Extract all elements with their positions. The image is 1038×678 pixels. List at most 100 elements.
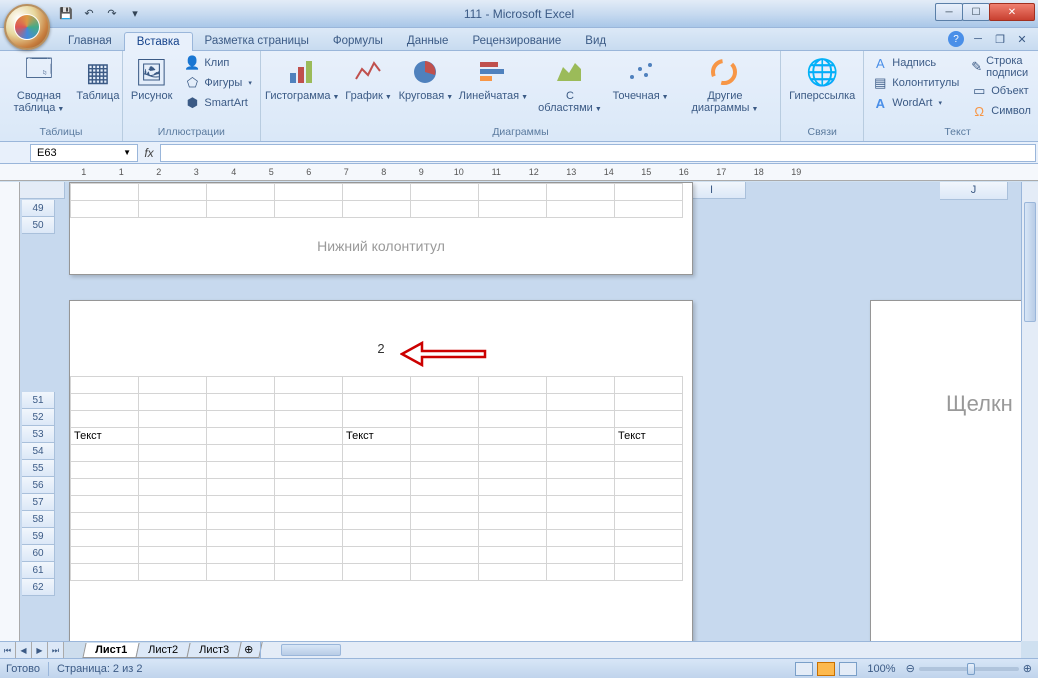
pie-chart-button[interactable]: Круговая▼ — [398, 54, 453, 104]
row-header-51[interactable]: 51 — [22, 392, 55, 409]
shapes-icon: ⬠ — [184, 75, 200, 91]
area-chart-button[interactable]: С областями▼ — [533, 54, 606, 116]
horizontal-scrollbar[interactable] — [260, 642, 1021, 658]
row-header-58[interactable]: 58 — [22, 511, 55, 528]
tab-review[interactable]: Рецензирование — [460, 32, 573, 50]
save-icon[interactable]: 💾 — [56, 4, 76, 24]
sheet-nav-prev[interactable]: ◀ — [16, 642, 32, 659]
row-headers-1: 4950 — [22, 200, 55, 234]
pivot-table-button[interactable]: 🗔Сводная таблица▼ — [5, 54, 73, 116]
symbol-button[interactable]: ΩСимвол — [968, 102, 1038, 120]
title-bar: 💾 ↶ ↷ ▾ 111 - Microsoft Excel ─ ☐ ✕ — [0, 0, 1038, 28]
row-header-52[interactable]: 52 — [22, 409, 55, 426]
smartart-button[interactable]: ⬢SmartArt — [181, 94, 254, 112]
undo-icon[interactable]: ↶ — [79, 4, 99, 24]
office-button[interactable] — [4, 4, 50, 50]
headerfooter-button[interactable]: ▤Колонтитулы — [869, 74, 962, 92]
row-header-54[interactable]: 54 — [22, 443, 55, 460]
grid-page2[interactable]: ТекстТекстТекст — [70, 376, 683, 581]
zoom-level: 100% — [867, 663, 895, 675]
zoom-in-button[interactable]: ⊕ — [1023, 662, 1032, 675]
group-label-text: Текст — [869, 124, 1038, 141]
group-label-links: Связи — [786, 124, 858, 141]
view-pagebreak-button[interactable] — [839, 662, 857, 676]
page-number-header[interactable]: 2 — [70, 301, 692, 376]
formula-input[interactable] — [160, 144, 1036, 162]
headerfooter-icon: ▤ — [872, 75, 888, 91]
row-header-59[interactable]: 59 — [22, 528, 55, 545]
fx-icon[interactable]: fx — [140, 146, 158, 160]
new-sheet-button[interactable]: ⊕ — [237, 642, 262, 658]
grid-page1[interactable] — [70, 183, 683, 218]
view-pagelayout-button[interactable] — [817, 662, 835, 676]
redo-icon[interactable]: ↷ — [102, 4, 122, 24]
page-number-value: 2 — [377, 341, 384, 356]
bar-chart-button[interactable]: Линейчатая▼ — [459, 54, 527, 104]
line-chart-icon — [353, 56, 385, 88]
column-chart-button[interactable]: Гистограмма▼ — [266, 54, 339, 104]
zoom-slider-thumb[interactable] — [967, 663, 975, 675]
sheet-nav-first[interactable]: ⏮ — [0, 642, 16, 659]
scatter-chart-icon — [625, 56, 657, 88]
shapes-button[interactable]: ⬠Фигуры▾ — [181, 74, 254, 92]
textbox-button[interactable]: AНадпись — [869, 54, 962, 72]
row-headers-2: 515253545556575859606162 — [22, 392, 55, 596]
sheet-tab-2[interactable]: Лист2 — [136, 643, 191, 658]
sheet-tabs: Лист1 Лист2 Лист3 ⊕ — [64, 642, 260, 658]
inner-minimize-button[interactable]: ─ — [970, 31, 986, 47]
footer-placeholder[interactable]: Нижний колонтитул — [70, 218, 692, 274]
window-title: 111 - Microsoft Excel — [464, 7, 574, 21]
row-header-62[interactable]: 62 — [22, 579, 55, 596]
inner-restore-button[interactable]: ❐ — [992, 31, 1008, 47]
row-header-60[interactable]: 60 — [22, 545, 55, 562]
row-header-49[interactable]: 49 — [22, 200, 55, 217]
signature-line-button[interactable]: ✎Строка подписи▾ — [968, 54, 1038, 80]
column-header-J[interactable]: J — [940, 182, 1008, 200]
group-tables: 🗔Сводная таблица▼ ▦Таблица Таблицы — [0, 51, 123, 141]
vertical-scrollbar[interactable] — [1021, 182, 1038, 641]
row-header-55[interactable]: 55 — [22, 460, 55, 477]
formula-bar: E63▼ fx — [0, 142, 1038, 164]
tab-insert[interactable]: Вставка — [124, 32, 193, 51]
horizontal-scroll-thumb[interactable] — [281, 644, 341, 656]
tab-home[interactable]: Главная — [56, 32, 124, 50]
sheet-tab-3[interactable]: Лист3 — [187, 643, 242, 658]
picture-button[interactable]: 🖼Рисунок — [128, 54, 176, 104]
group-illustrations: 🖼Рисунок 👤Клип ⬠Фигуры▾ ⬢SmartArt Иллюст… — [123, 51, 261, 141]
line-chart-button[interactable]: График▼ — [345, 54, 393, 104]
close-button[interactable]: ✕ — [989, 3, 1035, 21]
other-charts-button[interactable]: Другие диаграммы▼ — [675, 54, 775, 116]
minimize-button[interactable]: ─ — [935, 3, 963, 21]
row-header-50[interactable]: 50 — [22, 217, 55, 234]
row-header-56[interactable]: 56 — [22, 477, 55, 494]
inner-close-button[interactable]: ✕ — [1014, 31, 1030, 47]
sheet-nav-next[interactable]: ▶ — [32, 642, 48, 659]
group-charts: Гистограмма▼ График▼ Круговая▼ Линейчата… — [261, 51, 781, 141]
zoom-slider[interactable] — [919, 667, 1019, 671]
zoom-out-button[interactable]: ⊖ — [906, 662, 915, 675]
tab-pagelayout[interactable]: Разметка страницы — [193, 32, 321, 50]
help-icon[interactable]: ? — [948, 31, 964, 47]
vertical-scroll-thumb[interactable] — [1024, 202, 1036, 322]
row-header-53[interactable]: 53 — [22, 426, 55, 443]
sheet-tab-1[interactable]: Лист1 — [82, 643, 139, 658]
view-normal-button[interactable] — [795, 662, 813, 676]
maximize-button[interactable]: ☐ — [962, 3, 990, 21]
hyperlink-button[interactable]: 🌐Гиперссылка — [786, 54, 858, 104]
other-charts-icon — [709, 56, 741, 88]
scatter-chart-button[interactable]: Точечная▼ — [612, 54, 668, 104]
sheet-nav-buttons: ⏮ ◀ ▶ ⏭ — [0, 642, 64, 658]
name-box[interactable]: E63▼ — [30, 144, 138, 162]
tab-formulas[interactable]: Формулы — [321, 32, 395, 50]
sheet-nav-last[interactable]: ⏭ — [48, 642, 64, 659]
row-header-61[interactable]: 61 — [22, 562, 55, 579]
tab-data[interactable]: Данные — [395, 32, 461, 50]
table-button[interactable]: ▦Таблица — [79, 54, 117, 104]
tab-view[interactable]: Вид — [573, 32, 618, 50]
qat-dropdown-icon[interactable]: ▾ — [125, 4, 145, 24]
clipart-button[interactable]: 👤Клип — [181, 54, 254, 72]
arrow-annotation-icon — [400, 339, 490, 369]
object-button[interactable]: ▭Объект — [968, 82, 1038, 100]
wordart-button[interactable]: AWordArt▾ — [869, 94, 962, 112]
row-header-57[interactable]: 57 — [22, 494, 55, 511]
